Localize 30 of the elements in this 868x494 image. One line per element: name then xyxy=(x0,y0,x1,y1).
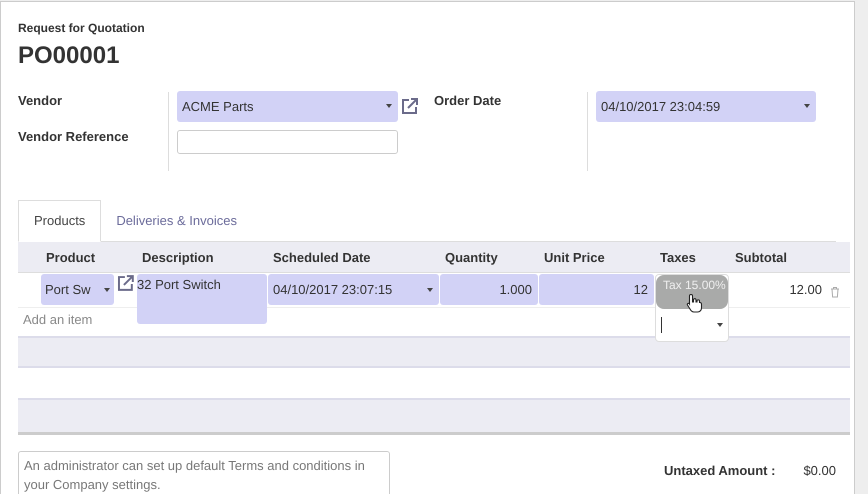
description-field[interactable]: 32 Port Switch xyxy=(137,274,267,324)
subtotal-cell-text: 12.00 xyxy=(788,281,823,299)
column-header: Taxes xyxy=(659,250,697,264)
product-select[interactable]: Port Sw xyxy=(41,274,114,305)
tab[interactable]: Deliveries & Invoices xyxy=(101,201,252,241)
column-header: Product xyxy=(45,250,96,264)
column-header: Quantity xyxy=(444,250,499,264)
tab[interactable]: Products xyxy=(18,200,102,242)
document-type: Request for Quotation xyxy=(18,21,146,35)
field-label: Vendor Reference xyxy=(18,129,130,146)
quantity-field[interactable]: 1.000 xyxy=(440,274,538,305)
field-label: Vendor xyxy=(18,93,64,110)
vendor-select[interactable]: ACME Parts xyxy=(177,90,398,122)
column-header: Scheduled Date xyxy=(272,250,372,264)
external-link-icon[interactable] xyxy=(116,274,136,292)
column-header: Unit Price xyxy=(543,250,606,264)
total-value: $0.00 xyxy=(803,463,836,478)
column-header: Subtotal xyxy=(734,250,788,264)
date-select[interactable]: 04/10/2017 23:04:59 xyxy=(596,90,816,122)
total-label: Untaxed Amount : xyxy=(664,463,776,478)
document-number: PO00001 xyxy=(18,42,120,70)
date-select[interactable]: 04/10/2017 23:07:15 xyxy=(268,274,439,305)
hand-cursor-icon xyxy=(685,293,703,313)
unit-price-field[interactable]: 12 xyxy=(539,274,654,305)
column-header: Description xyxy=(141,250,215,264)
field-label: Order Date xyxy=(434,93,502,110)
input-field[interactable] xyxy=(177,130,398,154)
trash-icon[interactable] xyxy=(830,286,840,298)
external-link-icon[interactable] xyxy=(400,97,420,115)
notes-field[interactable]: An administrator can set up default Terms and conditions in your Company settings. xyxy=(18,451,390,494)
